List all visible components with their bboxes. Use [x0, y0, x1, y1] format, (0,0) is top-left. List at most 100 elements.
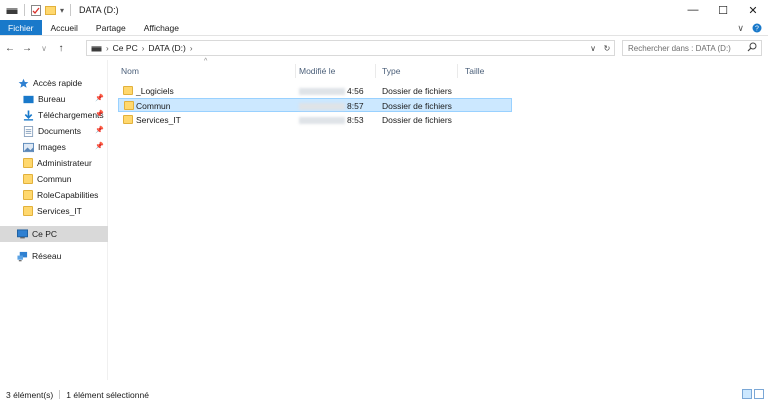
file-row-logiciels[interactable]: _Logiciels 4:56 Dossier de fichiers — [118, 84, 512, 98]
new-folder-icon[interactable] — [45, 5, 56, 15]
sidebar-item-label: Bureau — [38, 94, 66, 104]
computer-icon — [17, 228, 28, 238]
sidebar-item-label: Documents — [38, 126, 81, 136]
folder-icon — [124, 101, 134, 110]
download-icon — [23, 109, 34, 121]
column-header-label: Taille — [465, 66, 485, 76]
folder-icon — [23, 190, 33, 200]
details-view-button[interactable] — [742, 389, 752, 399]
breadcrumb-this-pc[interactable]: Ce PC — [113, 43, 138, 53]
address-bar-actions: ∨ ↻ — [586, 41, 614, 55]
file-modified: 4:56 — [299, 84, 364, 98]
window-title: DATA (D:) — [79, 5, 119, 15]
star-icon — [18, 78, 29, 88]
tab-view[interactable]: Affichage — [135, 20, 188, 35]
pin-icon[interactable]: 📌 — [95, 110, 104, 118]
address-dropdown-button[interactable]: ∨ — [586, 44, 600, 53]
column-header-size[interactable]: Taille — [465, 64, 513, 78]
breadcrumb-data-drive[interactable]: DATA (D:) — [148, 43, 185, 53]
back-button[interactable]: ← — [3, 39, 17, 57]
redacted-date — [299, 102, 345, 110]
quick-access-toolbar: ▾ — [0, 4, 73, 16]
pin-icon[interactable]: 📌 — [95, 94, 104, 102]
help-icon[interactable]: ? — [752, 23, 762, 33]
documents-icon — [23, 125, 34, 137]
folder-icon — [123, 115, 133, 124]
pin-icon[interactable]: 📌 — [95, 142, 104, 150]
sidebar-item-quick-access[interactable]: Accès rapide — [0, 75, 108, 91]
breadcrumb-separator: › — [189, 43, 193, 53]
large-icons-view-button[interactable] — [754, 389, 764, 399]
drive-icon[interactable] — [6, 5, 18, 15]
sidebar-item-documents[interactable]: Documents 📌 — [0, 123, 108, 139]
file-modified-time: 8:57 — [347, 101, 364, 111]
sidebar-item-label: Commun — [37, 174, 72, 184]
column-header-modified[interactable]: Modifié le — [299, 64, 376, 78]
file-type: Dossier de fichiers — [382, 101, 452, 111]
view-toggle — [742, 389, 764, 399]
column-header-label: Type — [382, 66, 401, 76]
sidebar-item-services-it[interactable]: Services_IT — [0, 203, 108, 219]
tab-share[interactable]: Partage — [87, 20, 135, 35]
file-modified-time: 8:53 — [347, 115, 364, 125]
sidebar-item-label: Images — [38, 142, 66, 152]
sidebar-item-network[interactable]: Réseau — [0, 248, 108, 264]
column-header-type[interactable]: Type — [382, 64, 458, 78]
file-name: _Logiciels — [136, 86, 174, 96]
forward-button[interactable]: → — [20, 39, 34, 57]
search-icon[interactable] — [747, 42, 757, 52]
selection-count: 1 élément sélectionné — [66, 389, 149, 400]
tab-home[interactable]: Accueil — [42, 20, 87, 35]
folder-icon — [23, 174, 33, 184]
sidebar-item-label: Ce PC — [32, 229, 58, 239]
maximize-button[interactable]: ☐ — [708, 0, 738, 20]
sidebar-item-images[interactable]: Images 📌 — [0, 139, 108, 155]
file-type: Dossier de fichiers — [382, 86, 452, 96]
file-row-commun[interactable]: Commun 8:57 Dossier de fichiers — [118, 98, 512, 112]
title-bar: ▾ DATA (D:) — ☐ ✕ — [0, 0, 768, 20]
ribbon-right-controls: ∨ ? — [737, 20, 762, 36]
network-icon — [17, 251, 28, 261]
sidebar-item-rolecapabilities[interactable]: RoleCapabilities — [0, 187, 108, 203]
pin-icon[interactable]: 📌 — [95, 126, 104, 134]
column-header-name[interactable]: Nom — [121, 64, 296, 78]
address-bar[interactable]: › Ce PC › DATA (D:) › ∨ ↻ — [86, 40, 615, 56]
file-name: Commun — [136, 101, 171, 111]
close-button[interactable]: ✕ — [738, 0, 768, 20]
sidebar-item-label: Administrateur — [37, 158, 92, 168]
folder-icon — [23, 206, 33, 216]
file-modified: 8:57 — [299, 99, 364, 113]
toolbar-separator — [70, 4, 72, 16]
column-header-label: Modifié le — [299, 66, 336, 76]
search-input[interactable]: Rechercher dans : DATA (D:) — [622, 40, 762, 56]
images-icon — [23, 142, 34, 152]
refresh-button[interactable]: ↻ — [600, 44, 614, 53]
drive-icon — [91, 46, 102, 52]
sidebar-item-label: RoleCapabilities — [37, 190, 99, 200]
file-type: Dossier de fichiers — [382, 115, 452, 125]
sidebar-item-downloads[interactable]: Téléchargements 📌 — [0, 107, 108, 123]
sidebar-item-administrateur[interactable]: Administrateur — [0, 155, 108, 171]
desktop-icon — [23, 95, 34, 103]
minimize-button[interactable]: — — [678, 0, 708, 20]
sidebar-item-label: Services_IT — [37, 206, 82, 216]
file-name: Services_IT — [136, 115, 181, 125]
recent-locations-button[interactable]: ∨ — [37, 39, 51, 57]
ribbon: Fichier Accueil Partage Affichage ∨ ? — [0, 20, 768, 36]
up-button[interactable]: ↑ — [54, 39, 68, 57]
navigation-bar: ← → ∨ ↑ › Ce PC › DATA (D:) › ∨ ↻ Recher… — [0, 37, 768, 59]
tab-file[interactable]: Fichier — [0, 20, 42, 35]
customize-toolbar-icon[interactable]: ▾ — [60, 6, 64, 15]
file-row-services-it[interactable]: Services_IT 8:53 Dossier de fichiers — [118, 113, 512, 127]
properties-icon[interactable] — [31, 4, 41, 16]
chevron-down-icon[interactable]: ∨ — [737, 23, 744, 34]
folder-icon — [123, 86, 133, 95]
sidebar-item-this-pc[interactable]: Ce PC — [0, 226, 108, 242]
sidebar-item-commun[interactable]: Commun — [0, 171, 108, 187]
status-separator — [59, 390, 61, 399]
sidebar-item-label: Accès rapide — [33, 78, 83, 88]
breadcrumb-separator: › — [106, 43, 109, 53]
column-header-label: Nom — [121, 66, 139, 76]
item-count: 3 élément(s) — [6, 389, 54, 400]
sidebar-item-desktop[interactable]: Bureau 📌 — [0, 91, 108, 107]
